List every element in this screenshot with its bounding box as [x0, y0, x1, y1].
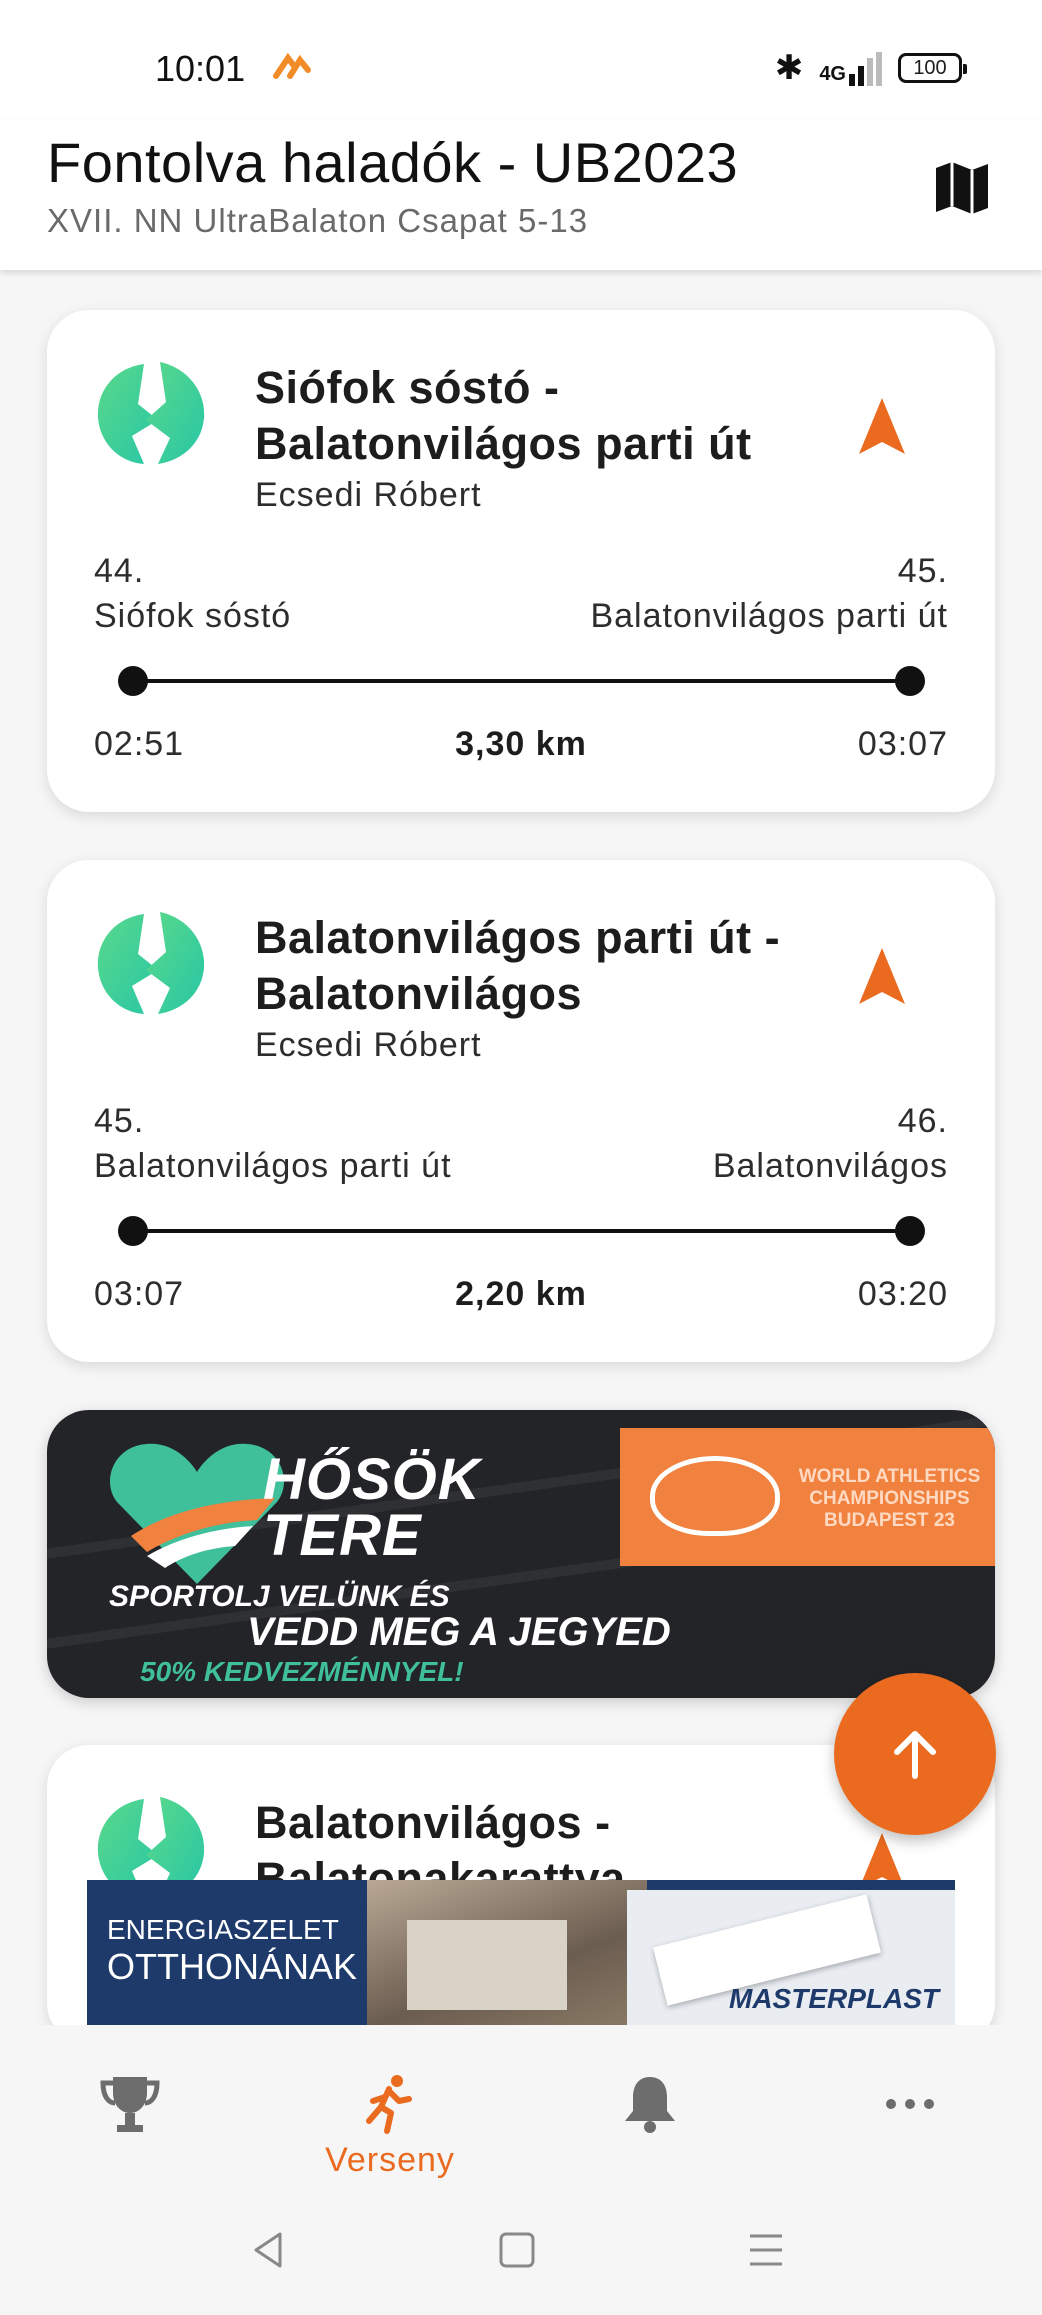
- bluetooth-icon: ✱: [774, 49, 804, 87]
- sponsor-brand: MASTERPLAST: [729, 1983, 939, 2014]
- nav-item-race-label: Verseny: [325, 2141, 455, 2179]
- end-time: 03:20: [857, 1275, 948, 1313]
- nav-item-race[interactable]: Verseny: [260, 2025, 520, 2200]
- end-time: 03:07: [857, 725, 948, 763]
- scroll-to-top-button[interactable]: [834, 1673, 996, 1835]
- to-checkpoint-number: 45.: [897, 552, 948, 590]
- promo-brand-text: HŐSÖK TERE: [263, 1447, 481, 1568]
- leg-title: Balatonvilágos parti út - Balatonvilágos: [255, 912, 781, 1019]
- bell-icon: [625, 2077, 675, 2133]
- to-checkpoint-name: Balatonvilágos: [712, 1147, 948, 1185]
- menu-icon[interactable]: [744, 2228, 788, 2272]
- page-title: Fontolva haladók - UB2023: [47, 131, 739, 194]
- route-end-dot: [895, 1216, 925, 1246]
- promo-line-1: SPORTOLJ VELÜNK ÉS: [109, 1580, 450, 1613]
- battery-icon: 100: [898, 53, 967, 83]
- navigation-arrow-icon[interactable]: [857, 396, 907, 456]
- promo-line-3: 50% KEDVEZMÉNNYEL!: [140, 1656, 464, 1687]
- championship-logo-icon: [650, 1456, 780, 1536]
- home-icon[interactable]: [495, 2228, 539, 2272]
- route-start-dot: [118, 666, 148, 696]
- map-icon[interactable]: [932, 158, 992, 218]
- house-image: [367, 1880, 647, 2025]
- status-icons: ✱ 4G 100: [774, 48, 967, 88]
- status-bar: 10:01 ✱ 4G 100: [0, 0, 1042, 120]
- app-logo-icon: [97, 912, 205, 1014]
- runner-name: Ecsedi Róbert: [255, 1026, 482, 1064]
- leg-title: Siófok sóstó - Balatonvilágos parti út: [255, 362, 752, 469]
- leg-card[interactable]: Balatonvilágos parti út - Balatonvilágos…: [47, 860, 995, 1362]
- runner-icon: [366, 2075, 412, 2134]
- more-icon: [886, 2099, 934, 2109]
- leg-distance: 2,20 km: [455, 1275, 587, 1313]
- leg-card[interactable]: Siófok sóstó - Balatonvilágos parti út E…: [47, 310, 995, 812]
- page-subtitle: XVII. NN UltraBalaton Csapat 5-13: [47, 202, 589, 239]
- route-line: [133, 1229, 911, 1233]
- route-start-dot: [118, 1216, 148, 1246]
- navigation-arrow-icon[interactable]: [857, 946, 907, 1006]
- nav-item-results[interactable]: [0, 2025, 260, 2200]
- hosok-tere-logo-icon: [109, 1443, 285, 1584]
- app-logo-icon: [97, 362, 205, 464]
- battery-level: 100: [913, 56, 947, 79]
- from-checkpoint-number: 45.: [94, 1102, 145, 1140]
- championship-text: WORLD ATHLETICS CHAMPIONSHIPS BUDAPEST 2…: [798, 1466, 981, 1531]
- runner-name: Ecsedi Róbert: [255, 476, 482, 514]
- to-checkpoint-number: 46.: [897, 1102, 948, 1140]
- trophy-icon: [100, 2077, 160, 2132]
- status-time: 10:01: [155, 48, 246, 89]
- promo-brand: HŐSÖK TERE: [263, 1447, 483, 1568]
- from-checkpoint-number: 44.: [94, 552, 145, 590]
- signal-icon: 4G: [819, 50, 882, 86]
- arrow-up-icon: [894, 1731, 936, 1779]
- network-type: 4G: [819, 63, 846, 85]
- promo-banner[interactable]: HŐSÖK TERE WORLD ATHLETICS CHAMPIONSHIPS…: [47, 1410, 995, 1698]
- back-icon[interactable]: [246, 2228, 290, 2272]
- bottom-navigation: Verseny: [0, 2025, 1042, 2200]
- from-checkpoint-name: Balatonvilágos parti út: [94, 1147, 452, 1185]
- leg-distance: 3,30 km: [455, 725, 587, 763]
- app-header: Fontolva haladók - UB2023 XVII. NN Ultra…: [0, 120, 1042, 270]
- system-navigation: [0, 2200, 1042, 2315]
- nav-item-notifications[interactable]: [520, 2025, 780, 2200]
- championship-badge: WORLD ATHLETICS CHAMPIONSHIPS BUDAPEST 2…: [620, 1428, 995, 1566]
- sponsor-banner[interactable]: ENERGIASZELET OTTHONÁNAK MASTERPLAST: [87, 1880, 955, 2025]
- route-line: [133, 679, 911, 683]
- nav-item-more[interactable]: [780, 2025, 1040, 2200]
- from-checkpoint-name: Siófok sóstó: [94, 597, 292, 635]
- strava-icon: [273, 52, 311, 79]
- to-checkpoint-name: Balatonvilágos parti út: [590, 597, 948, 635]
- sponsor-line-1: ENERGIASZELET: [107, 1914, 339, 1945]
- sponsor-line-2: OTTHONÁNAK: [107, 1946, 358, 1987]
- promo-line-2: VEDD MEG A JEGYED: [247, 1610, 671, 1654]
- route-end-dot: [895, 666, 925, 696]
